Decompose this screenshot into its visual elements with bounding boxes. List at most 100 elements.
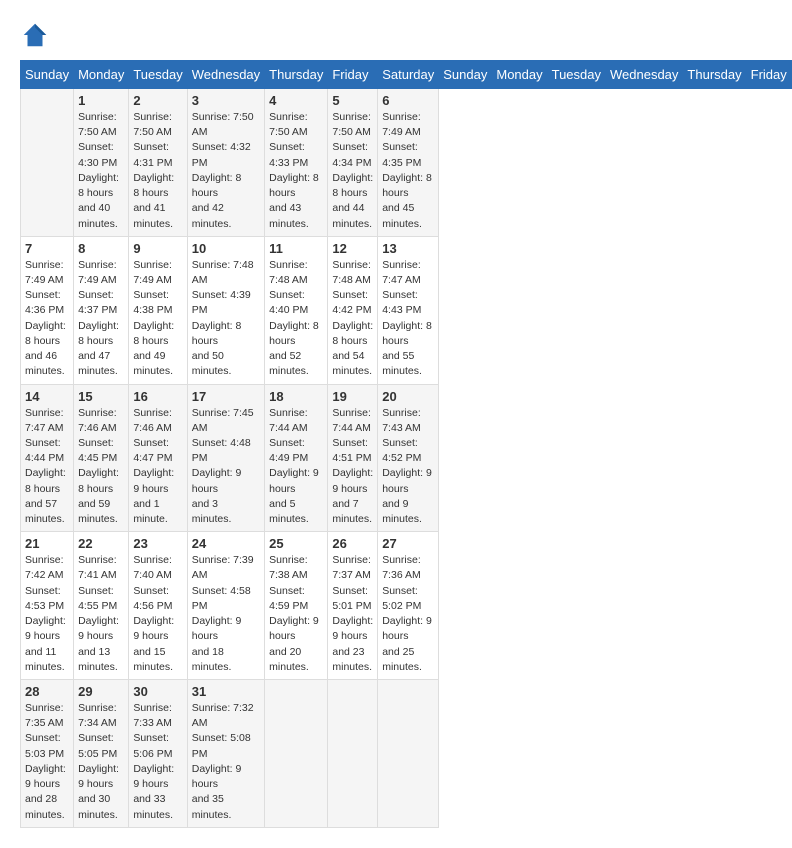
day-info: Sunrise: 7:32 AMSunset: 5:08 PMDaylight:… (192, 701, 260, 823)
day-number: 10 (192, 241, 260, 256)
day-number: 31 (192, 684, 260, 699)
calendar-header-row: SundayMondayTuesdayWednesdayThursdayFrid… (21, 61, 792, 89)
day-number: 8 (78, 241, 124, 256)
day-number: 17 (192, 389, 260, 404)
day-number: 11 (269, 241, 323, 256)
day-info: Sunrise: 7:37 AMSunset: 5:01 PMDaylight:… (332, 553, 373, 675)
day-cell: 5Sunrise: 7:50 AMSunset: 4:34 PMDaylight… (328, 89, 378, 237)
day-cell: 30 Sunrise: 7:33 AMSunset: 5:06 PMDayligh… (129, 680, 187, 828)
week-row-3: 14 Sunrise: 7:47 AMSunset: 4:44 PMDayligh… (21, 384, 792, 532)
header-sunday: Sunday (439, 61, 492, 89)
day-info: Sunrise: 7:46 AMSunset: 4:45 PMDaylight:… (78, 406, 124, 528)
day-cell (378, 680, 439, 828)
header-thursday: Thursday (265, 61, 328, 89)
day-cell: 16 Sunrise: 7:46 AMSunset: 4:47 PMDayligh… (129, 384, 187, 532)
day-cell: 31 Sunrise: 7:32 AMSunset: 5:08 PMDayligh… (187, 680, 264, 828)
day-number: 20 (382, 389, 434, 404)
day-cell: 28 Sunrise: 7:35 AMSunset: 5:03 PMDayligh… (21, 680, 74, 828)
day-number: 15 (78, 389, 124, 404)
day-info: Sunrise: 7:48 AMSunset: 4:42 PMDaylight:… (332, 258, 373, 380)
day-cell: 6 Sunrise: 7:49 AMSunset: 4:35 PMDaylight… (378, 89, 439, 237)
page-header (20, 20, 772, 50)
day-number: 12 (332, 241, 373, 256)
day-info: Sunrise: 7:36 AMSunset: 5:02 PMDaylight:… (382, 553, 434, 675)
day-info: Sunrise: 7:40 AMSunset: 4:56 PMDaylight:… (133, 553, 182, 675)
day-number: 14 (25, 389, 69, 404)
day-number: 16 (133, 389, 182, 404)
day-number: 5 (332, 93, 373, 108)
day-cell: 3 Sunrise: 7:50 AMSunset: 4:32 PMDaylight… (187, 89, 264, 237)
day-number: 3 (192, 93, 260, 108)
day-cell: 1Sunrise: 7:50 AMSunset: 4:30 PMDaylight… (74, 89, 129, 237)
day-number: 18 (269, 389, 323, 404)
day-cell: 15 Sunrise: 7:46 AMSunset: 4:45 PMDayligh… (74, 384, 129, 532)
day-number: 4 (269, 93, 323, 108)
day-info: Sunrise: 7:38 AMSunset: 4:59 PMDaylight:… (269, 553, 323, 675)
day-info: Sunrise: 7:49 AMSunset: 4:36 PMDaylight:… (25, 258, 69, 380)
day-cell: 12 Sunrise: 7:48 AMSunset: 4:42 PMDayligh… (328, 236, 378, 384)
day-info: Sunrise: 7:41 AMSunset: 4:55 PMDaylight:… (78, 553, 124, 675)
week-row-5: 28 Sunrise: 7:35 AMSunset: 5:03 PMDayligh… (21, 680, 792, 828)
day-cell: 26 Sunrise: 7:37 AMSunset: 5:01 PMDayligh… (328, 532, 378, 680)
day-number: 6 (382, 93, 434, 108)
day-cell: 10 Sunrise: 7:48 AMSunset: 4:39 PMDayligh… (187, 236, 264, 384)
day-info: Sunrise: 7:34 AMSunset: 5:05 PMDaylight:… (78, 701, 124, 823)
day-number: 30 (133, 684, 182, 699)
header-tuesday: Tuesday (547, 61, 605, 89)
header-thursday: Thursday (683, 61, 746, 89)
day-cell: 13Sunrise: 7:47 AMSunset: 4:43 PMDayligh… (378, 236, 439, 384)
day-number: 25 (269, 536, 323, 551)
day-info: Sunrise: 7:33 AMSunset: 5:06 PMDaylight:… (133, 701, 182, 823)
day-cell: 4Sunrise: 7:50 AMSunset: 4:33 PMDaylight… (265, 89, 328, 237)
day-info: Sunrise: 7:50 AMSunset: 4:31 PMDaylight:… (133, 110, 182, 232)
day-info: Sunrise: 7:46 AMSunset: 4:47 PMDaylight:… (133, 406, 182, 528)
day-cell: 11 Sunrise: 7:48 AMSunset: 4:40 PMDayligh… (265, 236, 328, 384)
calendar-table: SundayMondayTuesdayWednesdayThursdayFrid… (20, 60, 792, 828)
day-number: 2 (133, 93, 182, 108)
day-info: Sunrise: 7:48 AMSunset: 4:39 PMDaylight:… (192, 258, 260, 380)
header-friday: Friday (746, 61, 791, 89)
day-cell: 17Sunrise: 7:45 AMSunset: 4:48 PMDayligh… (187, 384, 264, 532)
day-info: Sunrise: 7:44 AMSunset: 4:49 PMDaylight:… (269, 406, 323, 528)
day-cell: 8Sunrise: 7:49 AMSunset: 4:37 PMDaylight… (74, 236, 129, 384)
day-number: 26 (332, 536, 373, 551)
day-number: 19 (332, 389, 373, 404)
week-row-4: 21 Sunrise: 7:42 AMSunset: 4:53 PMDayligh… (21, 532, 792, 680)
day-cell: 23 Sunrise: 7:40 AMSunset: 4:56 PMDayligh… (129, 532, 187, 680)
day-number: 21 (25, 536, 69, 551)
day-info: Sunrise: 7:39 AMSunset: 4:58 PMDaylight:… (192, 553, 260, 675)
logo-icon (20, 20, 50, 50)
day-number: 7 (25, 241, 69, 256)
day-info: Sunrise: 7:42 AMSunset: 4:53 PMDaylight:… (25, 553, 69, 675)
day-cell: 19 Sunrise: 7:44 AMSunset: 4:51 PMDayligh… (328, 384, 378, 532)
header-wednesday: Wednesday (606, 61, 683, 89)
day-info: Sunrise: 7:35 AMSunset: 5:03 PMDaylight:… (25, 701, 69, 823)
header-monday: Monday (74, 61, 129, 89)
day-cell: 7 Sunrise: 7:49 AMSunset: 4:36 PMDaylight… (21, 236, 74, 384)
header-wednesday: Wednesday (187, 61, 264, 89)
day-cell: 21 Sunrise: 7:42 AMSunset: 4:53 PMDayligh… (21, 532, 74, 680)
day-info: Sunrise: 7:47 AMSunset: 4:44 PMDaylight:… (25, 406, 69, 528)
day-info: Sunrise: 7:44 AMSunset: 4:51 PMDaylight:… (332, 406, 373, 528)
day-cell: 22Sunrise: 7:41 AMSunset: 4:55 PMDayligh… (74, 532, 129, 680)
day-cell (21, 89, 74, 237)
day-info: Sunrise: 7:49 AMSunset: 4:35 PMDaylight:… (382, 110, 434, 232)
day-number: 23 (133, 536, 182, 551)
header-saturday: Saturday (378, 61, 439, 89)
header-friday: Friday (328, 61, 378, 89)
day-cell: 27Sunrise: 7:36 AMSunset: 5:02 PMDayligh… (378, 532, 439, 680)
week-row-2: 7 Sunrise: 7:49 AMSunset: 4:36 PMDaylight… (21, 236, 792, 384)
day-info: Sunrise: 7:50 AMSunset: 4:32 PMDaylight:… (192, 110, 260, 232)
header-sunday: Sunday (21, 61, 74, 89)
day-cell: 25 Sunrise: 7:38 AMSunset: 4:59 PMDayligh… (265, 532, 328, 680)
day-cell: 29 Sunrise: 7:34 AMSunset: 5:05 PMDayligh… (74, 680, 129, 828)
day-info: Sunrise: 7:43 AMSunset: 4:52 PMDaylight:… (382, 406, 434, 528)
logo (20, 20, 54, 50)
day-number: 28 (25, 684, 69, 699)
day-info: Sunrise: 7:48 AMSunset: 4:40 PMDaylight:… (269, 258, 323, 380)
day-number: 24 (192, 536, 260, 551)
day-info: Sunrise: 7:49 AMSunset: 4:38 PMDaylight:… (133, 258, 182, 380)
day-cell: 14 Sunrise: 7:47 AMSunset: 4:44 PMDayligh… (21, 384, 74, 532)
day-number: 29 (78, 684, 124, 699)
day-cell (328, 680, 378, 828)
